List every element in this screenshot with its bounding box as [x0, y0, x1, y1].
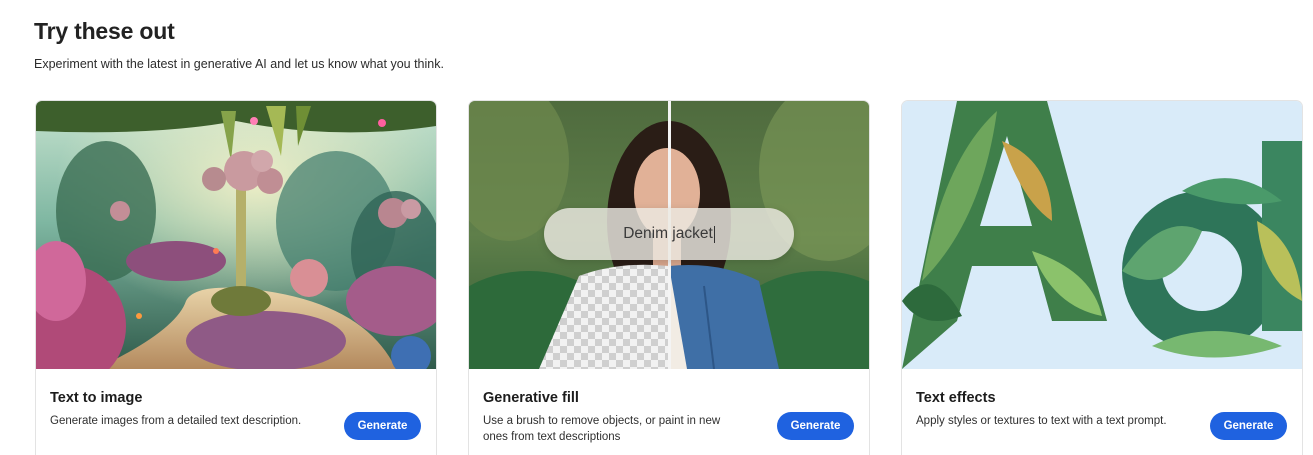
generate-button-text-effects[interactable]: Generate — [1210, 412, 1287, 440]
generate-button-generative-fill[interactable]: Generate — [777, 412, 854, 440]
prompt-text: Denim jacket — [623, 225, 713, 242]
card-description: Apply styles or textures to text with a … — [916, 415, 1167, 427]
generate-button-text-to-image[interactable]: Generate — [344, 412, 421, 440]
card-text-to-image[interactable]: Text to image Generate images from a det… — [35, 100, 437, 455]
card-description: Use a brush to remove objects, or paint … — [483, 415, 721, 443]
card-text-effects[interactable]: Text effects Apply styles or textures to… — [901, 100, 1303, 455]
card-description: Generate images from a detailed text des… — [50, 415, 302, 427]
card-image-text-to-image — [36, 101, 436, 369]
card-image-generative-fill: Denim jacket — [469, 101, 869, 369]
page-title: Try these out — [34, 18, 175, 44]
card-title: Generative fill — [483, 390, 579, 406]
card-title: Text effects — [916, 390, 996, 406]
card-title: Text to image — [50, 390, 143, 406]
page-subtitle: Experiment with the latest in generative… — [34, 57, 444, 71]
card-image-text-effects — [902, 101, 1302, 369]
card-generative-fill[interactable]: Denim jacket Generative fill Use a brush… — [468, 100, 870, 455]
text-caret — [713, 225, 715, 243]
prompt-pill: Denim jacket — [544, 208, 794, 260]
